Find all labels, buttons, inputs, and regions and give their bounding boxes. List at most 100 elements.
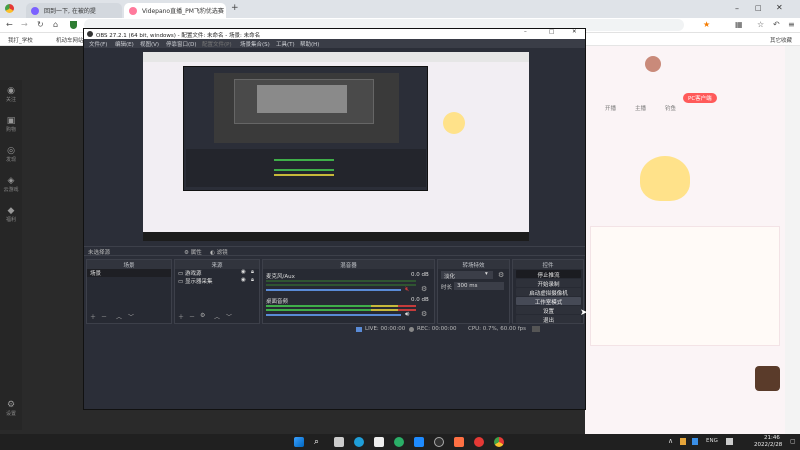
filters-button[interactable]: ◐ 滤镜 (210, 248, 228, 256)
transition-settings-icon[interactable]: ⚙ (498, 271, 504, 279)
menu-scene-collection[interactable]: 场景集合(S) (240, 40, 270, 48)
forward-icon[interactable]: → (21, 20, 28, 29)
exit-button[interactable]: 退出 (516, 315, 581, 324)
mixer-title: 混音器 (340, 263, 357, 269)
eye-icon[interactable]: ◉ (241, 269, 246, 275)
channel-settings-icon[interactable]: ⚙ (421, 285, 427, 293)
tray-app-icon[interactable] (680, 438, 686, 445)
start-virtual-camera-button[interactable]: 启动虚拟摄像机 (516, 288, 581, 297)
game-icon: ◈ (7, 176, 15, 186)
obs-maximize-icon[interactable]: □ (549, 29, 554, 35)
app-icon[interactable] (454, 437, 464, 447)
language-indicator[interactable]: ENG (706, 438, 718, 444)
speaker-icon[interactable]: 🔊︎ (405, 310, 409, 319)
eye-icon[interactable]: ◉ (241, 277, 246, 283)
volume-slider[interactable] (266, 289, 401, 291)
resize-grip-icon[interactable] (532, 326, 540, 332)
menu-view[interactable]: 视图(V) (140, 40, 159, 48)
channel-settings-icon[interactable]: ⚙ (421, 310, 427, 318)
bookmark-item[interactable]: 机动车网站 (56, 36, 84, 44)
rail-item-welfare[interactable]: ◆ 福利 (2, 206, 20, 223)
notification-icon[interactable]: ▢ (790, 438, 796, 445)
remove-source-icon[interactable]: － (189, 312, 195, 321)
task-view-icon[interactable] (334, 437, 344, 447)
pc-client-badge[interactable]: PC客户端 (683, 93, 717, 103)
star-icon[interactable]: ★ (703, 20, 710, 29)
rail-item-shop[interactable]: ▣ 购物 (2, 116, 20, 133)
page-scrollbar[interactable] (785, 46, 800, 434)
cpu-fps: CPU: 0.7%, 60.00 fps (468, 326, 527, 332)
studio-mode-button[interactable]: 工作室模式 (516, 297, 581, 306)
back-icon[interactable]: ← (6, 20, 13, 29)
obs-close-icon[interactable]: ✕ (572, 29, 577, 35)
remove-scene-icon[interactable]: － (101, 312, 107, 321)
edge-icon[interactable] (354, 437, 364, 447)
search-icon[interactable]: ⌕ (314, 437, 324, 447)
history-icon[interactable]: ↶ (773, 20, 780, 29)
move-down-icon[interactable]: ﹀ (128, 312, 134, 321)
tray-app-icon[interactable] (726, 438, 733, 445)
rail-item-follow[interactable]: ◉ 关注 (2, 86, 20, 103)
chat-area (590, 226, 780, 346)
minimize-window-icon[interactable]: – (735, 4, 739, 13)
scene-item[interactable]: 场景 (87, 269, 171, 277)
browser-tab-1[interactable]: 回到一下, 在被的提 (26, 3, 122, 18)
menu-icon[interactable]: ≡ (788, 20, 795, 29)
wechat-icon[interactable] (394, 437, 404, 447)
new-tab-button[interactable]: + (231, 3, 239, 13)
volume-slider[interactable] (266, 314, 401, 316)
obs-status-bar: LIVE: 00:00:00 REC: 00:00:00 CPU: 0.7%, … (84, 325, 585, 334)
obs-minimize-icon[interactable]: – (524, 29, 527, 35)
other-bookmarks[interactable]: 其它收藏 (770, 36, 792, 44)
source-item[interactable]: ▭ 游戏源 ◉ 🔒︎ (175, 269, 259, 277)
home-icon[interactable]: ⌂ (53, 20, 58, 29)
menu-profile[interactable]: 配置文件(P) (202, 40, 232, 48)
obs-preview[interactable] (143, 52, 529, 241)
clock-time[interactable]: 21:46 (764, 435, 780, 441)
duration-input[interactable]: 300 ms (454, 282, 504, 290)
rail-item-cloud-game[interactable]: ◈ 云游戏 (2, 176, 20, 193)
menu-tools[interactable]: 工具(T) (276, 40, 295, 48)
chrome-icon[interactable] (494, 437, 504, 447)
properties-button[interactable]: ⚙ 属性 (184, 248, 202, 256)
move-down-icon[interactable]: ﹀ (226, 312, 232, 321)
source-item[interactable]: ▭ 显示器采集 ◉ 🔒︎ (175, 277, 259, 285)
tray-app-icon[interactable] (692, 438, 698, 445)
rail-item-settings[interactable]: ⚙ 设置 (2, 400, 20, 417)
transition-select[interactable]: 淡化 ▾ (441, 271, 493, 280)
reload-icon[interactable]: ↻ (37, 20, 44, 29)
lock-icon[interactable]: 🔒︎ (251, 269, 254, 276)
mute-icon[interactable]: 🔇︎ (405, 285, 409, 294)
stop-streaming-button[interactable]: 停止推流 (516, 270, 581, 279)
start-recording-button[interactable]: 开始录制 (516, 279, 581, 288)
move-up-icon[interactable]: ︿ (116, 312, 122, 321)
menu-help[interactable]: 帮助(H) (300, 40, 319, 48)
source-label: 显示器采集 (184, 279, 213, 285)
menu-docks[interactable]: 停靠窗口(D) (166, 40, 197, 48)
store-icon[interactable] (374, 437, 384, 447)
lock-icon[interactable]: 🔒︎ (251, 277, 254, 284)
bookmark-item[interactable]: 我打_学校 (8, 36, 33, 44)
settings-button[interactable]: 设置 (516, 306, 581, 315)
favorites-icon[interactable]: ☆ (757, 20, 764, 29)
source-settings-icon[interactable]: ⚙ (200, 312, 205, 319)
maximize-window-icon[interactable]: □ (755, 4, 762, 12)
extensions-icon[interactable]: ▦ (735, 20, 743, 29)
obs-taskbar-icon[interactable] (434, 437, 444, 447)
browser-tab-2[interactable]: Videpano直播_PM飞豹优选赛 (124, 3, 226, 18)
app-icon[interactable] (414, 437, 424, 447)
add-scene-icon[interactable]: ＋ (90, 312, 96, 321)
add-source-icon[interactable]: ＋ (178, 312, 184, 321)
move-up-icon[interactable]: ︿ (214, 312, 220, 321)
start-icon[interactable] (294, 437, 304, 447)
menu-edit[interactable]: 编辑(E) (115, 40, 134, 48)
avatar[interactable] (645, 56, 661, 72)
obs-logo-icon (87, 31, 93, 37)
app-icon[interactable] (474, 437, 484, 447)
clock-date[interactable]: 2022/2/28 (754, 442, 782, 448)
transition-value: 淡化 (444, 274, 456, 280)
tray-chevron-icon[interactable]: ∧ (668, 437, 673, 445)
close-window-icon[interactable]: ✕ (776, 3, 783, 12)
rail-item-discover[interactable]: ◎ 发现 (2, 146, 20, 163)
menu-file[interactable]: 文件(F) (89, 40, 107, 48)
